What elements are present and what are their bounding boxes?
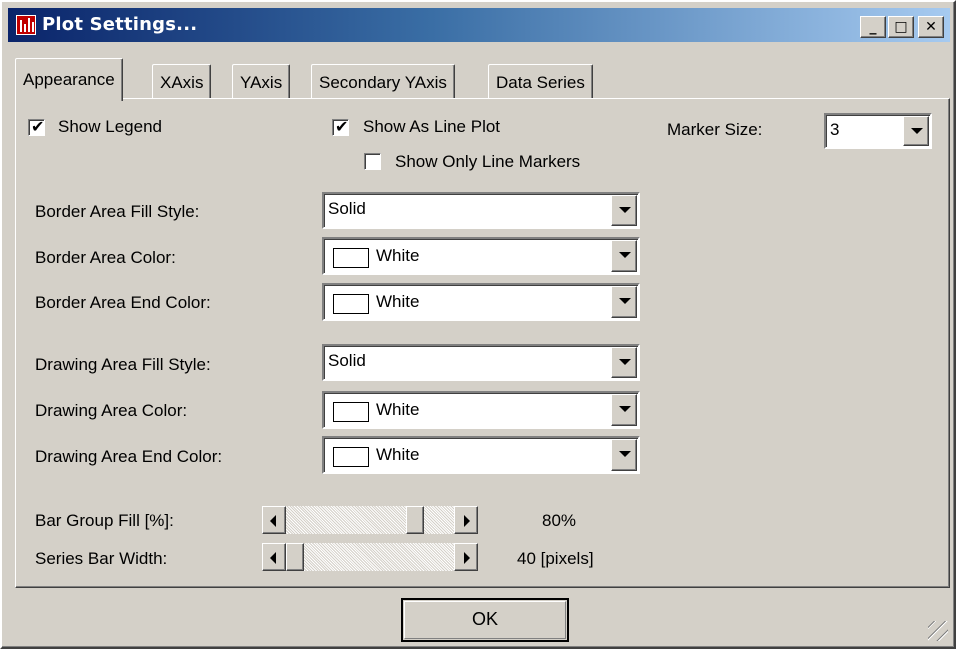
chevron-down-icon — [619, 298, 631, 304]
window-title: Plot Settings... — [42, 14, 198, 35]
show-as-line-plot-label: Show As Line Plot — [363, 117, 501, 136]
scroll-left-button[interactable] — [262, 543, 286, 571]
checkmark-icon: ✔ — [335, 117, 349, 136]
tab-data-series[interactable]: Data Series — [488, 64, 593, 98]
bar-group-fill-label: Bar Group Fill [%]: — [35, 511, 174, 530]
show-as-line-plot-checkbox[interactable]: ✔ — [332, 117, 349, 136]
scroll-left-button[interactable] — [262, 506, 286, 534]
border-end-color-value: White — [376, 292, 420, 311]
border-fill-style-label: Border Area Fill Style: — [35, 202, 200, 221]
drawing-end-color-label: Drawing Area End Color: — [35, 447, 223, 466]
scroll-right-button[interactable] — [454, 543, 478, 571]
color-swatch — [333, 294, 369, 314]
show-only-line-markers-label: Show Only Line Markers — [395, 152, 581, 171]
chevron-down-icon — [619, 451, 631, 457]
drawing-color-select[interactable]: White — [322, 391, 640, 429]
marker-size-label: Marker Size: — [667, 120, 763, 139]
arrow-right-icon — [464, 552, 470, 564]
bar-group-fill-value: 80% — [542, 511, 577, 530]
show-legend-label: Show Legend — [58, 117, 162, 136]
tab-yaxis[interactable]: YAxis — [232, 64, 291, 98]
drawing-end-color-value: White — [376, 445, 420, 464]
dropdown-button[interactable] — [903, 116, 929, 146]
tab-xaxis[interactable]: XAxis — [152, 64, 212, 98]
drawing-color-value: White — [376, 400, 420, 419]
border-fill-style-select[interactable]: Solid — [322, 192, 640, 229]
scroll-right-button[interactable] — [454, 506, 478, 534]
color-swatch — [333, 402, 369, 422]
scroll-track[interactable] — [286, 543, 454, 571]
arrow-left-icon — [270, 552, 276, 564]
series-bar-width-scrollbar[interactable] — [262, 543, 478, 571]
color-swatch — [333, 447, 369, 467]
border-fill-style-value: Solid — [328, 199, 366, 218]
dropdown-button[interactable] — [611, 286, 637, 318]
scroll-thumb[interactable] — [406, 506, 424, 534]
border-end-color-select[interactable]: White — [322, 283, 640, 321]
marker-size-select[interactable]: 3 — [824, 113, 932, 149]
chevron-down-icon — [619, 252, 631, 258]
resize-grip-icon[interactable] — [928, 621, 948, 641]
bar-group-fill-scrollbar[interactable] — [262, 506, 478, 534]
border-end-color-label: Border Area End Color: — [35, 293, 211, 312]
color-swatch — [333, 248, 369, 268]
chevron-down-icon — [619, 207, 631, 213]
chevron-down-icon — [619, 406, 631, 412]
drawing-fill-style-value: Solid — [328, 351, 366, 370]
show-legend-checkbox[interactable]: ✔ — [28, 117, 45, 136]
scroll-thumb[interactable] — [286, 543, 304, 571]
drawing-end-color-select[interactable]: White — [322, 436, 640, 474]
border-color-value: White — [376, 246, 420, 265]
dropdown-button[interactable] — [611, 394, 637, 426]
border-color-select[interactable]: White — [322, 237, 640, 275]
arrow-left-icon — [270, 515, 276, 527]
dropdown-button[interactable] — [611, 347, 637, 378]
ok-button-label: OK — [471, 609, 498, 629]
border-color-label: Border Area Color: — [35, 248, 176, 267]
dropdown-button[interactable] — [611, 439, 637, 471]
plot-settings-dialog: Plot Settings... _ □ ✕ Appearance XAxis … — [0, 0, 956, 649]
drawing-fill-style-select[interactable]: Solid — [322, 344, 640, 381]
title-bar[interactable]: Plot Settings... _ □ ✕ — [8, 8, 950, 42]
minimize-button[interactable]: _ — [860, 16, 886, 38]
series-bar-width-value: 40 [pixels] — [517, 549, 594, 568]
show-only-line-markers-checkbox[interactable] — [364, 153, 381, 170]
scroll-track[interactable] — [286, 506, 454, 534]
maximize-button[interactable]: □ — [888, 16, 914, 38]
arrow-right-icon — [464, 515, 470, 527]
checkmark-icon: ✔ — [31, 117, 45, 136]
tab-secondary-yaxis[interactable]: Secondary YAxis — [311, 64, 455, 98]
chevron-down-icon — [911, 128, 923, 134]
series-bar-width-label: Series Bar Width: — [35, 549, 168, 568]
dropdown-button[interactable] — [611, 240, 637, 272]
chevron-down-icon — [619, 359, 631, 365]
ok-button[interactable]: OK — [401, 598, 569, 642]
close-button[interactable]: ✕ — [918, 16, 944, 38]
tab-appearance[interactable]: Appearance — [15, 58, 123, 101]
drawing-color-label: Drawing Area Color: — [35, 401, 188, 420]
marker-size-value: 3 — [830, 120, 840, 139]
drawing-fill-style-label: Drawing Area Fill Style: — [35, 355, 211, 374]
dropdown-button[interactable] — [611, 195, 637, 226]
bar-chart-icon — [16, 15, 36, 35]
